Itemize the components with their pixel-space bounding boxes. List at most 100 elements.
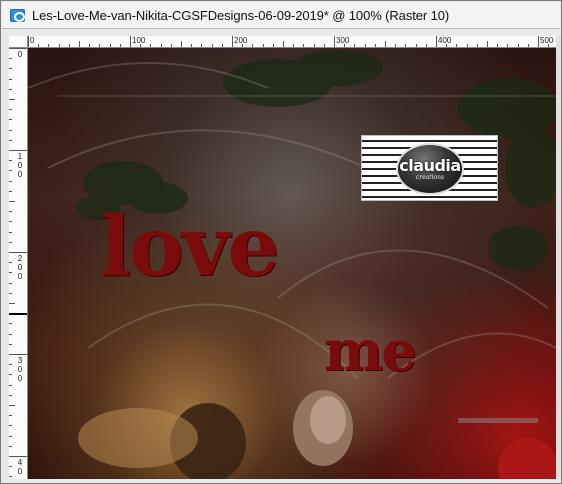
ruler-label-top: 400 bbox=[438, 36, 452, 45]
ruler-tick bbox=[9, 425, 12, 427]
ruler-tick bbox=[9, 78, 12, 80]
ruler-tick bbox=[9, 201, 15, 202]
ruler-tick bbox=[170, 44, 172, 47]
ruler-tick bbox=[201, 44, 203, 47]
ruler-tick bbox=[252, 44, 254, 47]
ruler-tick bbox=[415, 44, 417, 47]
ruler-tick bbox=[9, 129, 12, 131]
ruler-tick bbox=[9, 333, 12, 335]
ruler-label-left: 2 bbox=[17, 254, 23, 263]
window-titlebar[interactable]: Les-Love-Me-van-Nikita-CGSFDesigns-06-09… bbox=[2, 2, 560, 29]
love-title-text: love bbox=[100, 199, 280, 295]
ruler-tick bbox=[9, 272, 12, 274]
ruler-tick bbox=[517, 44, 519, 47]
ruler-tick bbox=[150, 44, 152, 47]
me-title-text: me bbox=[324, 318, 417, 384]
ruler-tick bbox=[283, 41, 284, 47]
watermark-brand-text: claudia bbox=[399, 155, 461, 175]
ruler-tick bbox=[9, 231, 12, 233]
canvas-area: 0 100 200 300 400 500 010020030040 claud… bbox=[9, 36, 556, 479]
ruler-tick bbox=[181, 41, 182, 47]
ruler-label-left: 0 bbox=[17, 161, 23, 170]
ruler-label-left: 1 bbox=[17, 152, 23, 161]
ruler-tick bbox=[9, 262, 12, 264]
window-title: Les-Love-Me-van-Nikita-CGSFDesigns-06-09… bbox=[32, 7, 450, 23]
ruler-tick bbox=[68, 44, 70, 47]
ruler-label-top: 100 bbox=[132, 36, 146, 45]
ruler-tick bbox=[221, 44, 223, 47]
ruler-tick bbox=[58, 44, 60, 47]
ruler-tick bbox=[405, 44, 407, 47]
ruler-tick bbox=[497, 44, 499, 47]
ruler-tick bbox=[9, 374, 12, 376]
ruler-tick bbox=[527, 44, 529, 47]
image-canvas[interactable]: claudia creations love me bbox=[28, 48, 556, 479]
ruler-tick bbox=[119, 44, 121, 47]
ruler-tick bbox=[9, 466, 12, 468]
ruler-tick bbox=[9, 415, 12, 417]
ruler-tick bbox=[160, 44, 162, 47]
ruler-tick bbox=[293, 44, 295, 47]
vertical-ruler[interactable]: 010020030040 bbox=[9, 48, 28, 479]
ruler-tick bbox=[323, 44, 325, 47]
ruler-tick bbox=[9, 99, 15, 100]
ruler-tick bbox=[130, 36, 131, 47]
ruler-tick bbox=[9, 150, 27, 151]
ruler-tick bbox=[28, 36, 29, 47]
ruler-tick bbox=[9, 303, 15, 304]
ruler-label-top: 500 bbox=[540, 36, 554, 45]
ruler-tick bbox=[507, 44, 509, 47]
ruler-tick bbox=[38, 44, 40, 47]
ruler-tick bbox=[487, 41, 488, 47]
ruler-tick bbox=[232, 36, 233, 47]
ruler-tick bbox=[364, 44, 366, 47]
ruler-tick bbox=[334, 36, 335, 47]
ruler-tick bbox=[9, 435, 12, 437]
ruler-tick bbox=[9, 476, 12, 478]
ruler-label-left: 0 bbox=[17, 272, 23, 281]
ruler-tick bbox=[538, 36, 539, 47]
ruler-label-left: 0 bbox=[17, 50, 23, 59]
ruler-tick bbox=[99, 44, 101, 47]
ruler-tick bbox=[9, 68, 12, 70]
ruler-tick bbox=[9, 354, 27, 355]
ruler-tick bbox=[9, 48, 27, 49]
ruler-tick bbox=[9, 88, 12, 90]
ruler-tick bbox=[9, 211, 12, 213]
ruler-tick bbox=[9, 384, 12, 386]
ruler-label-top: 300 bbox=[336, 36, 350, 45]
ruler-tick bbox=[9, 405, 15, 406]
ruler-label-left: 4 bbox=[17, 458, 23, 467]
watermark-logo: claudia creations bbox=[361, 135, 498, 201]
ruler-tick bbox=[9, 221, 12, 223]
ruler-tick bbox=[9, 109, 12, 111]
ruler-tick bbox=[9, 456, 27, 457]
ruler-tick bbox=[425, 44, 427, 47]
ruler-label-left: 0 bbox=[17, 365, 23, 374]
ruler-tick bbox=[9, 343, 12, 345]
ruler-tick bbox=[313, 44, 315, 47]
ruler-tick bbox=[9, 252, 27, 253]
ruler-tick bbox=[9, 394, 12, 396]
ruler-label-left: 0 bbox=[17, 263, 23, 272]
watermark-badge: claudia creations bbox=[396, 143, 464, 195]
ruler-tick bbox=[9, 282, 12, 284]
ruler-tick bbox=[303, 44, 305, 47]
ruler-tick bbox=[89, 44, 91, 47]
ruler-label-left: 0 bbox=[17, 467, 23, 476]
ruler-tick bbox=[395, 44, 397, 47]
app-icon bbox=[10, 8, 25, 22]
ruler-tick bbox=[79, 41, 80, 47]
ruler-label-top: 200 bbox=[234, 36, 248, 45]
ruler-tick bbox=[9, 190, 12, 192]
document-window: Les-Love-Me-van-Nikita-CGSFDesigns-06-09… bbox=[0, 0, 562, 484]
vertical-scrollbar[interactable] bbox=[556, 36, 561, 479]
horizontal-ruler[interactable]: 0 100 200 300 400 500 bbox=[28, 36, 556, 48]
ruler-tick bbox=[9, 364, 12, 366]
ruler-tick bbox=[436, 36, 437, 47]
ruler-tick bbox=[9, 445, 12, 447]
ruler-tick bbox=[272, 44, 274, 47]
ruler-tick bbox=[9, 170, 12, 172]
ruler-tick bbox=[109, 44, 111, 47]
ruler-tick bbox=[9, 241, 12, 243]
